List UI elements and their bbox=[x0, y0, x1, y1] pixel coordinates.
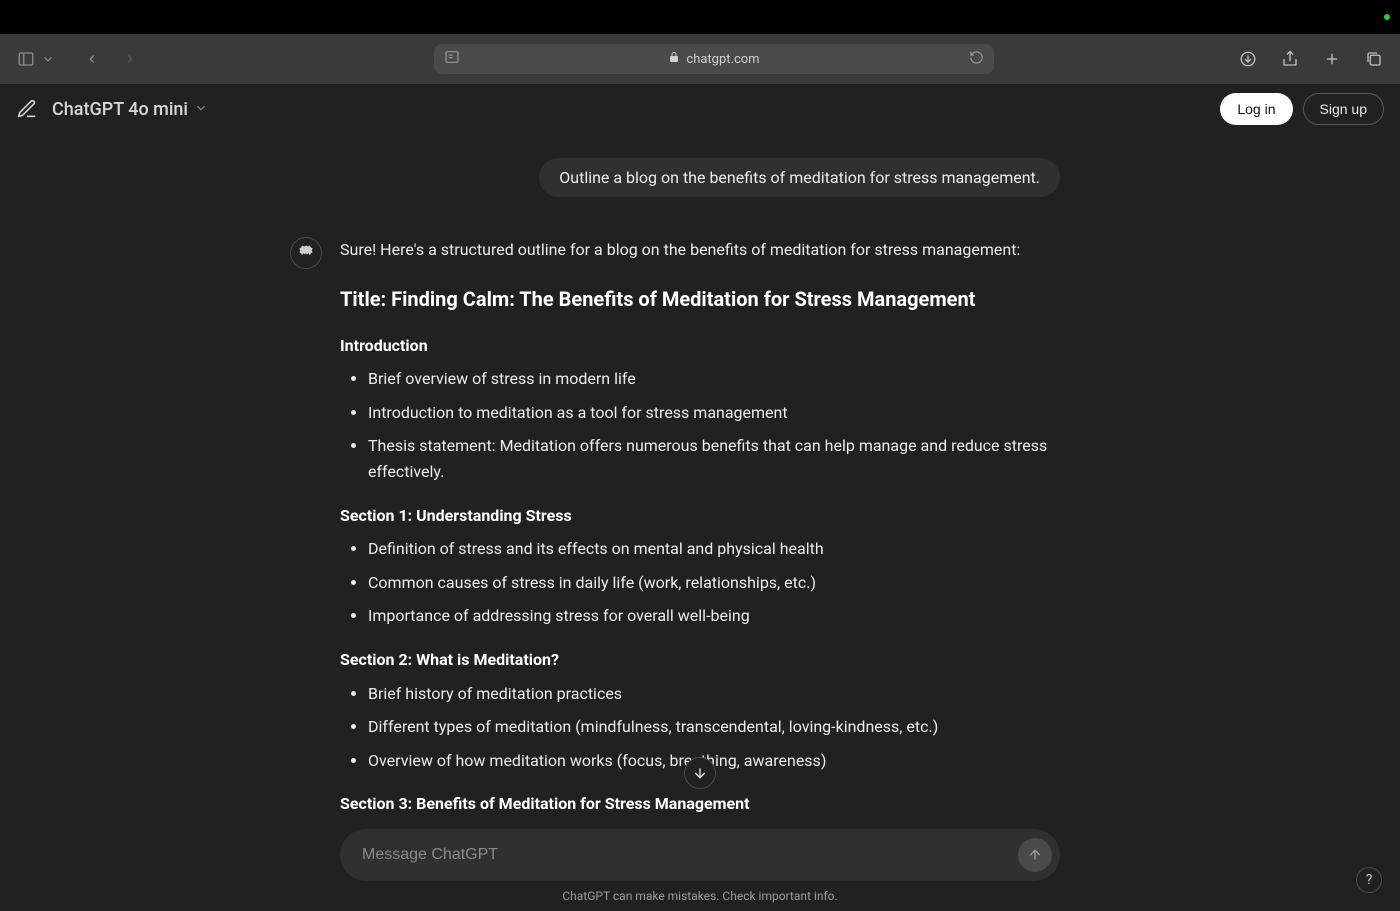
section-list: Definition of stress and its effects on … bbox=[340, 536, 1060, 629]
send-button[interactable] bbox=[1018, 838, 1052, 872]
assistant-avatar bbox=[290, 237, 322, 269]
list-item: Thesis statement: Meditation offers nume… bbox=[368, 433, 1060, 484]
list-item: Brief overview of stress in modern life bbox=[368, 366, 1060, 392]
downloads-icon[interactable] bbox=[1236, 47, 1260, 71]
openai-logo-icon bbox=[297, 244, 315, 262]
list-item: Different types of meditation (mindfulne… bbox=[368, 714, 1060, 740]
composer-area: ChatGPT can make mistakes. Check importa… bbox=[0, 829, 1400, 911]
address-bar[interactable]: chatgpt.com bbox=[434, 44, 994, 74]
model-label: ChatGPT 4o mini bbox=[52, 99, 188, 120]
refresh-icon[interactable] bbox=[969, 50, 984, 69]
signup-button[interactable]: Sign up bbox=[1303, 93, 1384, 125]
blog-title: Title: Finding Calm: The Benefits of Med… bbox=[340, 283, 1060, 315]
sidebar-toggle-icon[interactable] bbox=[14, 47, 38, 71]
section-heading: Introduction bbox=[340, 333, 1060, 359]
nav-back-button[interactable] bbox=[78, 45, 106, 73]
new-chat-icon[interactable] bbox=[16, 98, 38, 120]
tabs-icon[interactable] bbox=[1362, 47, 1386, 71]
new-tab-icon[interactable] bbox=[1320, 47, 1344, 71]
browser-toolbar: chatgpt.com bbox=[0, 34, 1400, 84]
status-dot bbox=[1384, 14, 1390, 20]
url-text: chatgpt.com bbox=[686, 52, 759, 67]
help-button[interactable]: ? bbox=[1356, 867, 1382, 893]
section-heading: Section 2: What is Meditation? bbox=[340, 647, 1060, 673]
message-composer[interactable] bbox=[340, 829, 1060, 881]
assistant-message: Sure! Here's a structured outline for a … bbox=[340, 237, 1060, 825]
list-item: Definition of stress and its effects on … bbox=[368, 536, 1060, 562]
model-selector[interactable]: ChatGPT 4o mini bbox=[52, 99, 208, 120]
disclaimer-text: ChatGPT can make mistakes. Check importa… bbox=[0, 889, 1400, 903]
chevron-down-icon[interactable] bbox=[40, 47, 56, 71]
app-header: ChatGPT 4o mini Log in Sign up bbox=[0, 84, 1400, 134]
list-item: Common causes of stress in daily life (w… bbox=[368, 570, 1060, 596]
mac-menubar bbox=[0, 0, 1400, 34]
section-list: Brief overview of stress in modern life … bbox=[340, 366, 1060, 484]
section-heading: Section 3: Benefits of Meditation for St… bbox=[340, 791, 1060, 817]
section-heading: Section 1: Understanding Stress bbox=[340, 503, 1060, 529]
message-input[interactable] bbox=[362, 846, 1018, 864]
list-item: Introduction to meditation as a tool for… bbox=[368, 400, 1060, 426]
nav-forward-button[interactable] bbox=[116, 45, 144, 73]
content-area: Outline a blog on the benefits of medita… bbox=[0, 134, 1400, 911]
assistant-intro: Sure! Here's a structured outline for a … bbox=[340, 237, 1060, 263]
user-message: Outline a blog on the benefits of medita… bbox=[539, 158, 1060, 197]
login-button[interactable]: Log in bbox=[1220, 93, 1292, 125]
share-icon[interactable] bbox=[1278, 47, 1302, 71]
list-item: Brief history of meditation practices bbox=[368, 681, 1060, 707]
chevron-down-icon bbox=[194, 99, 208, 120]
scroll-to-bottom-button[interactable] bbox=[684, 757, 716, 789]
reader-mode-icon[interactable] bbox=[444, 49, 460, 69]
lock-icon bbox=[668, 51, 680, 67]
list-item: Importance of addressing stress for over… bbox=[368, 603, 1060, 629]
